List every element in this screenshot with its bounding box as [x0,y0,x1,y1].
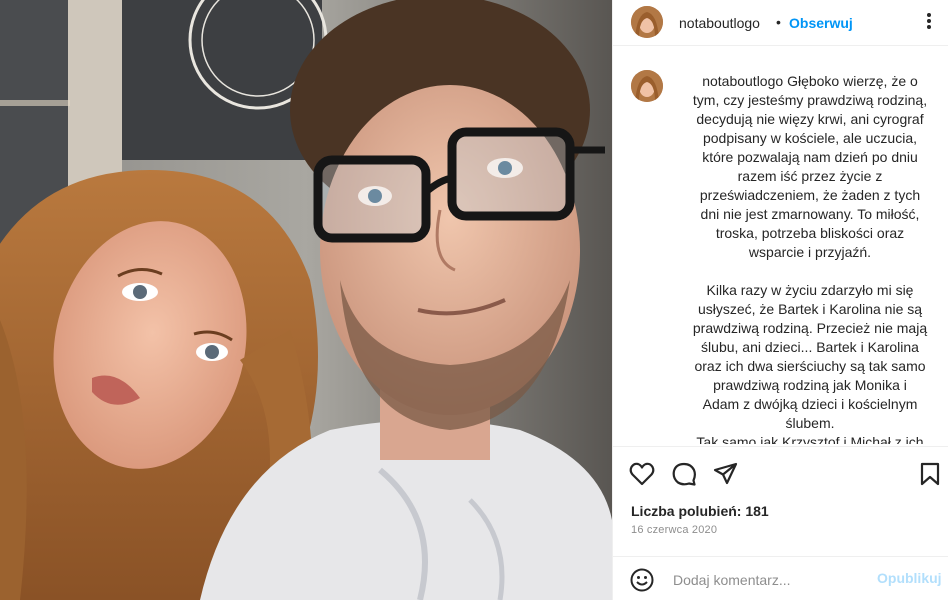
caption-line: prawdziwą rodziną jak Monika i [713,377,907,393]
caption-line: tym, czy jesteśmy prawdziwą rodziną, [692,92,928,108]
caption-line: prawdziwą rodziną. Przecież nie mają [692,320,928,336]
caption-line: Tak samo jak Krzysztof i Michał z ich [696,434,924,444]
caption-line: podpisany w kościele, ale uczucia, [702,130,917,146]
caption-line-0: notaboutlogo Głęboko wierzę, że o [679,72,941,91]
avatar-image [631,6,663,38]
comment-input[interactable] [671,567,875,593]
post-header: notaboutlogo • Obserwuj [613,0,948,46]
post-photo[interactable] [0,0,612,600]
heart-icon[interactable] [629,461,655,487]
caption-section: notaboutlogo Głęboko wierzę, że o tym, c… [613,60,948,444]
caption-avatar[interactable] [631,70,663,102]
caption-line: przeświadczeniem, że żaden z tych [699,187,921,203]
caption-line: usłyszeć, że Bartek i Karolina nie są [697,301,923,317]
caption-line: Adam z dwójką dzieci i kościelnym [702,396,918,412]
paper-plane-icon[interactable] [713,461,739,487]
caption-line: troska, potrzeba bliskości oraz [715,225,905,241]
emoji-smile-icon[interactable] [629,567,655,593]
action-bar [613,446,948,500]
avatar[interactable] [631,6,663,38]
post-caption: notaboutlogo Głęboko wierzę, że o tym, c… [679,72,941,444]
caption-avatar-image [631,70,663,102]
post-sidebar: notaboutlogo • Obserwuj notaboutlogo Głę… [612,0,948,600]
separator-dot: • [776,14,781,30]
follow-button[interactable]: Obserwuj [789,15,853,31]
more-options-icon[interactable] [919,10,939,32]
comment-bubble-icon[interactable] [671,461,697,487]
post-date: 16 czerwca 2020 [631,524,718,536]
caption-username[interactable]: notaboutlogo [702,73,783,89]
caption-line: dni nie jest zmarnowany. To miłość, [700,206,920,222]
caption-line: które pozwalają nam dzień po dniu [702,149,918,165]
caption-line: oraz ich dwa sierściuchy są tak samo [694,358,926,374]
bookmark-icon[interactable] [917,461,943,487]
caption-line: wsparcie i przyjaźń. [748,244,872,260]
caption-line: razem iść przez życie z [737,168,883,184]
username-link[interactable]: notaboutlogo [679,15,760,31]
caption-line: decydują nie więzy krwi, ani cyrograf [696,111,924,127]
comment-bar: Opublikuj [613,556,948,600]
publish-button[interactable]: Opublikuj [877,570,942,586]
post-photo-illustration [0,0,612,600]
caption-line: ślubu, ani dzieci... Bartek i Karolina [701,339,919,355]
caption-line: Kilka razy w życiu zdarzyło mi się [706,282,914,298]
caption-line: ślubem. [785,415,835,431]
likes-count[interactable]: Liczba polubień: 181 [631,503,769,519]
caption-text: Głęboko wierzę, że o [787,73,918,89]
